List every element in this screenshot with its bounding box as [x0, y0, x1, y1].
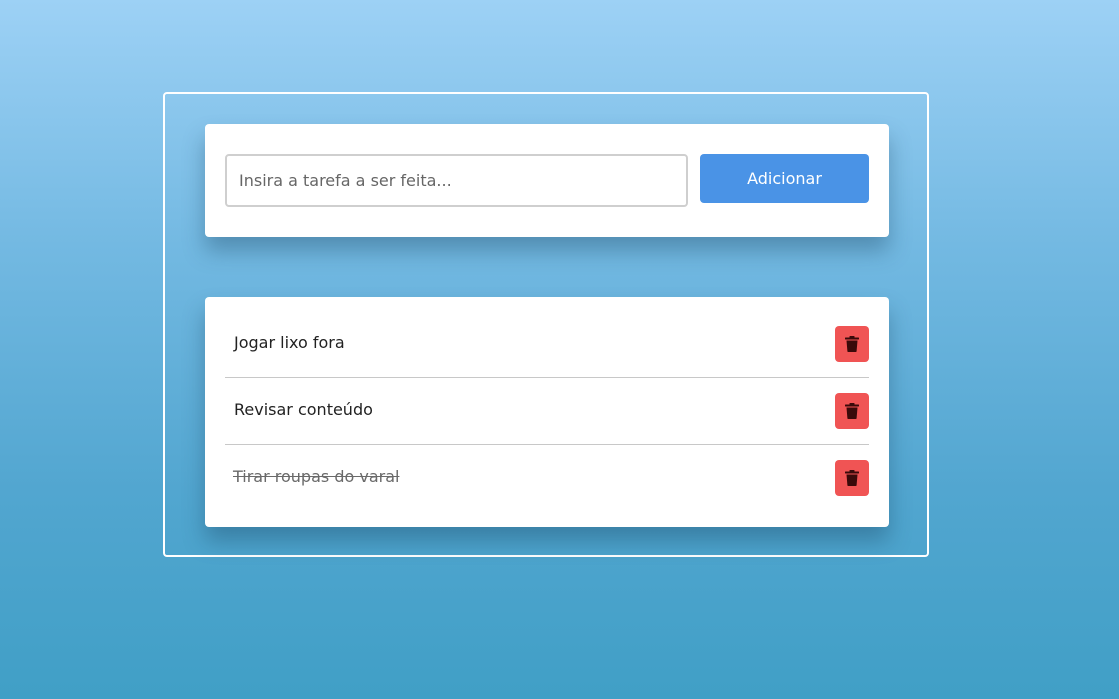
delete-task-button[interactable]: [835, 393, 869, 429]
task-input-card: Adicionar: [205, 124, 889, 237]
task-item[interactable]: Revisar conteúdo: [225, 378, 869, 445]
delete-task-button[interactable]: [835, 460, 869, 496]
delete-task-button[interactable]: [835, 326, 869, 362]
task-input[interactable]: [225, 154, 688, 207]
trash-icon: [845, 403, 859, 419]
trash-icon: [845, 336, 859, 352]
trash-icon: [845, 470, 859, 486]
task-text[interactable]: Tirar roupas do varal: [225, 467, 407, 486]
task-item[interactable]: Jogar lixo fora: [225, 311, 869, 378]
task-list: Jogar lixo fora Revisar conteúdo Tirar r…: [225, 311, 869, 512]
add-task-button[interactable]: Adicionar: [700, 154, 869, 203]
task-text[interactable]: Jogar lixo fora: [234, 333, 345, 352]
task-item-completed[interactable]: Tirar roupas do varal: [225, 445, 869, 512]
task-list-card: Jogar lixo fora Revisar conteúdo Tirar r…: [205, 297, 889, 527]
task-text[interactable]: Revisar conteúdo: [234, 400, 373, 419]
